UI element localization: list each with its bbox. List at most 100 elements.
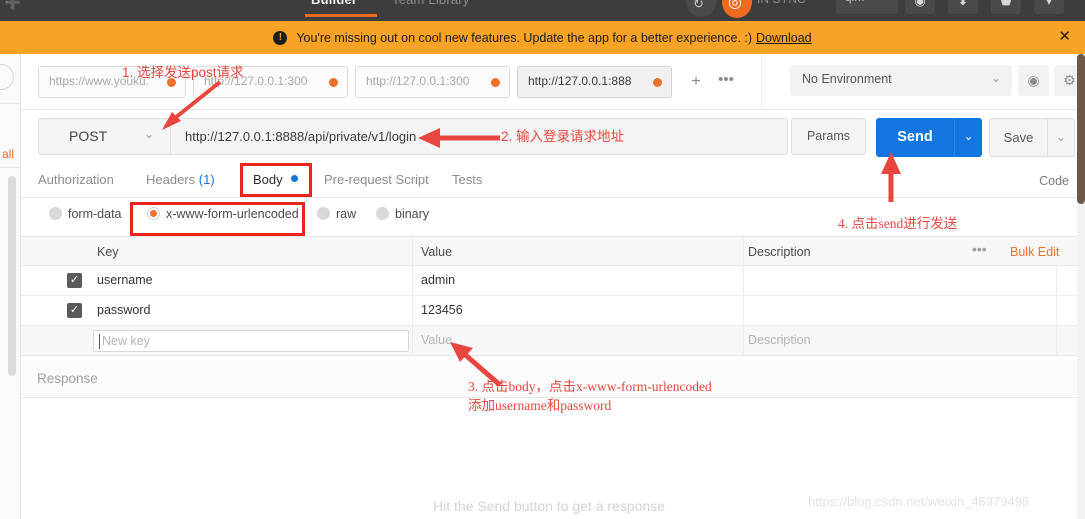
user-avatar-icon[interactable]: ◎ xyxy=(722,0,752,18)
collection-avatar-icon xyxy=(0,64,14,90)
send-button[interactable]: Send xyxy=(876,118,954,157)
highlight-box-body-tab xyxy=(240,163,312,197)
column-divider xyxy=(743,296,744,326)
new-key-input[interactable]: New key xyxy=(93,330,409,352)
annotation-1: 1. 选择发送post请求 xyxy=(122,65,244,80)
request-builder-panel: https://www.youku. http://127.0.0.1:300 … xyxy=(21,54,1077,519)
scrollbar-thumb[interactable] xyxy=(1077,54,1085,204)
download-link[interactable]: Download xyxy=(756,31,812,45)
exclamation-icon: ! xyxy=(273,30,288,45)
annotation-3-line-2: 添加username和password xyxy=(468,398,612,413)
rail-divider-2 xyxy=(0,167,20,168)
row-key[interactable]: username xyxy=(97,273,153,287)
environment-zone: No Environment ⌄ ◉ ⚙ xyxy=(761,54,1077,110)
send-options-chevron-down-icon[interactable]: ⌄ xyxy=(954,118,982,157)
add-tab-button[interactable]: + xyxy=(682,66,710,98)
annotation-2: 2. 输入登录请求地址 xyxy=(501,129,625,144)
unsaved-dot-icon xyxy=(653,78,662,87)
column-divider xyxy=(412,296,413,326)
workspace-chip[interactable]: qlm ▾ xyxy=(836,0,898,14)
comment-icon[interactable]: ⬟ xyxy=(991,0,1021,14)
radio-binary[interactable]: binary xyxy=(376,207,429,221)
row-key[interactable]: password xyxy=(97,303,151,317)
bulk-edit-link[interactable]: Bulk Edit xyxy=(1010,245,1059,259)
radio-icon xyxy=(49,207,62,220)
tab-headers[interactable]: Headers (1) xyxy=(146,172,215,187)
gear-icon[interactable]: ⚙ xyxy=(1054,65,1077,96)
postman-app-window: ➕ Builder Team Library ↻ ◎ IN SYNC qlm ▾… xyxy=(0,0,1085,519)
table-new-row[interactable]: New key Value Description xyxy=(21,326,1077,356)
code-link[interactable]: Code xyxy=(1039,174,1069,188)
new-description-placeholder[interactable]: Description xyxy=(748,333,811,347)
tab-builder[interactable]: Builder xyxy=(311,0,357,7)
save-options-chevron-down-icon[interactable]: ⌄ xyxy=(1047,118,1075,157)
column-divider xyxy=(743,326,744,356)
http-method-select[interactable]: POST ⌄ xyxy=(38,118,170,155)
tab-pre-request-script[interactable]: Pre-request Script xyxy=(324,172,429,187)
request-tab-label: http://127.0.0.1:888 xyxy=(528,74,632,88)
sidebar-filter-all[interactable]: all xyxy=(2,147,14,161)
tab-team-library[interactable]: Team Library xyxy=(392,0,470,7)
window-scrollbar[interactable] xyxy=(1077,54,1085,519)
sync-icon[interactable]: ↻ xyxy=(686,0,716,17)
column-header-description: Description xyxy=(748,245,811,259)
banner-message: You're missing out on cool new features.… xyxy=(296,30,753,45)
request-tab-label: http://127.0.0.1:300 xyxy=(366,74,470,88)
highlight-box-urlencoded xyxy=(130,202,305,236)
params-button[interactable]: Params xyxy=(791,118,866,155)
radio-form-data[interactable]: form-data xyxy=(49,207,122,221)
row-checkbox[interactable]: ✓ xyxy=(67,303,82,318)
radio-raw-label: raw xyxy=(336,207,357,221)
row-value[interactable]: admin xyxy=(421,273,455,287)
annotation-4: 4. 点击send进行发送 xyxy=(838,216,958,231)
row-checkbox[interactable]: ✓ xyxy=(67,273,82,288)
body-params-table: Key Value Description ••• Bulk Edit ✓ us… xyxy=(21,236,1077,356)
unsaved-dot-icon xyxy=(491,78,500,87)
eye-icon[interactable]: ◉ xyxy=(1018,65,1049,96)
request-tab-4-active[interactable]: http://127.0.0.1:888 xyxy=(517,66,672,98)
tab-authorization[interactable]: Authorization xyxy=(38,172,114,187)
headers-count: (1) xyxy=(198,172,215,187)
table-row[interactable]: ✓ username admin xyxy=(21,266,1077,296)
url-value: http://127.0.0.1:8888/api/private/v1/log… xyxy=(185,129,417,144)
bell-icon[interactable]: ⬇ xyxy=(948,0,978,14)
column-divider xyxy=(743,237,744,267)
radio-icon xyxy=(317,207,330,220)
row-value[interactable]: 123456 xyxy=(421,303,463,317)
column-divider xyxy=(412,326,413,356)
request-tab-3[interactable]: http://127.0.0.1:300 xyxy=(355,66,510,98)
unsaved-dot-icon xyxy=(329,78,338,87)
column-header-key: Key xyxy=(97,245,119,259)
column-divider xyxy=(743,266,744,296)
update-banner: ! You're missing out on cool new feature… xyxy=(0,21,1085,54)
tab-more-options-icon[interactable]: ••• xyxy=(711,66,741,98)
tab-headers-label: Headers xyxy=(146,172,196,187)
save-button[interactable]: Save xyxy=(989,118,1047,157)
tab-tests[interactable]: Tests xyxy=(452,172,482,187)
left-sidebar-rail: all xyxy=(0,54,21,519)
column-divider xyxy=(1056,266,1057,296)
annotation-3-line-1: 3. 点击body，点击x-www-form-urlencoded xyxy=(468,379,712,394)
globe-icon[interactable]: ◉ xyxy=(905,0,935,14)
chevron-down-icon[interactable]: ▾ xyxy=(1034,0,1064,14)
radio-form-data-label: form-data xyxy=(68,207,122,221)
environment-selected-label: No Environment xyxy=(802,72,892,86)
response-label: Response xyxy=(37,371,98,386)
sidebar-scrollbar[interactable] xyxy=(8,176,16,376)
new-value-placeholder[interactable]: Value xyxy=(421,333,452,347)
watermark: https://blog.csdn.net/weixin_46379498 xyxy=(808,494,1030,509)
column-divider xyxy=(1056,326,1057,356)
environment-select[interactable]: No Environment ⌄ xyxy=(790,65,1012,96)
chevron-down-icon: ⌄ xyxy=(990,71,1001,85)
url-input[interactable]: http://127.0.0.1:8888/api/private/v1/log… xyxy=(170,118,788,155)
close-icon[interactable]: ✕ xyxy=(1058,29,1071,45)
text-caret xyxy=(99,334,100,349)
column-divider xyxy=(1056,296,1057,326)
table-more-options-icon[interactable]: ••• xyxy=(972,241,987,257)
radio-raw[interactable]: raw xyxy=(317,207,356,221)
rail-divider xyxy=(0,103,20,104)
new-tab-icon[interactable]: ➕ xyxy=(2,0,24,12)
http-method-label: POST xyxy=(69,128,108,144)
radio-icon xyxy=(376,207,389,220)
table-row[interactable]: ✓ password 123456 xyxy=(21,296,1077,326)
